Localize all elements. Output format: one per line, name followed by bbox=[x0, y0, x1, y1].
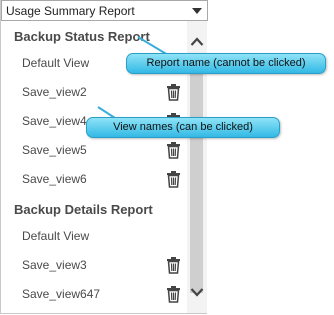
view-item-default-view[interactable]: Default View bbox=[1, 225, 187, 249]
view-label: Save_view4 bbox=[22, 114, 87, 128]
view-label: Default View bbox=[22, 56, 90, 70]
scrollbar-thumb[interactable] bbox=[190, 55, 203, 293]
view-label: Save_view6 bbox=[22, 172, 87, 186]
trash-icon[interactable] bbox=[165, 285, 182, 303]
trash-icon[interactable] bbox=[165, 141, 182, 159]
view-item-save-view3[interactable]: Save_view3 bbox=[1, 254, 187, 278]
chevron-up-icon[interactable] bbox=[190, 36, 204, 48]
view-label: Default View bbox=[22, 229, 90, 243]
view-label: Save_view3 bbox=[22, 258, 87, 272]
trash-icon[interactable] bbox=[165, 170, 182, 188]
view-item-save-view6[interactable]: Save_view6 bbox=[1, 168, 187, 192]
group-title-backup-status: Backup Status Report bbox=[14, 29, 150, 44]
trash-icon[interactable] bbox=[165, 83, 182, 101]
group-title-backup-details: Backup Details Report bbox=[14, 202, 153, 217]
callout-report-name: Report name (cannot be clicked) bbox=[126, 53, 326, 74]
callout-view-names: View names (can be clicked) bbox=[86, 117, 280, 138]
trash-icon[interactable] bbox=[165, 256, 182, 274]
caret-down-icon[interactable] bbox=[192, 8, 202, 14]
report-type-selected: Usage Summary Report bbox=[6, 4, 135, 18]
chevron-down-icon[interactable] bbox=[190, 286, 204, 298]
view-label: Save_view5 bbox=[22, 143, 87, 157]
saved-views-panel: Usage Summary Report Backup Status Repor… bbox=[0, 0, 208, 314]
view-label: Save_view647 bbox=[22, 287, 101, 301]
view-item-save-view2[interactable]: Save_view2 bbox=[1, 81, 187, 105]
view-item-save-view647[interactable]: Save_view647 bbox=[1, 283, 187, 307]
view-item-save-view5[interactable]: Save_view5 bbox=[1, 139, 187, 163]
view-label: Save_view2 bbox=[22, 85, 87, 99]
report-type-dropdown[interactable]: Usage Summary Report bbox=[1, 0, 208, 21]
